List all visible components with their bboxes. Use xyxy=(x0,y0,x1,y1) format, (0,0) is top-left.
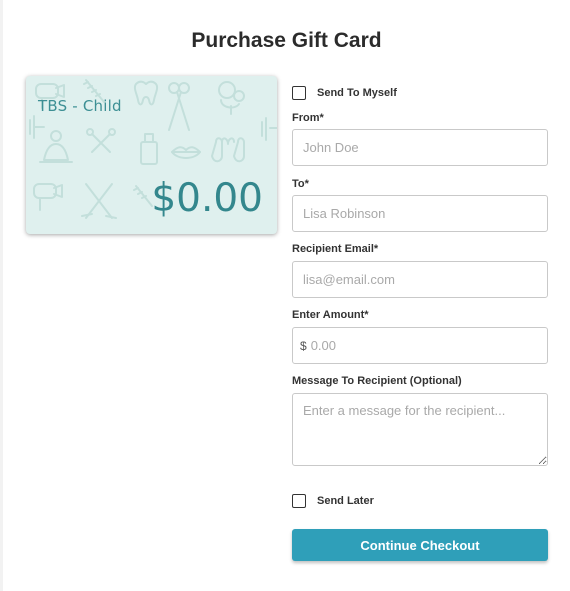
message-label: Message To Recipient (Optional) xyxy=(292,375,462,387)
from-input[interactable] xyxy=(292,129,548,166)
currency-sign: $ xyxy=(300,338,307,353)
recipient-email-input[interactable] xyxy=(292,261,548,298)
send-later-checkbox[interactable] xyxy=(292,494,306,508)
bottle-icon xyxy=(140,133,158,165)
left-edge-rule xyxy=(0,0,3,591)
page-title: Purchase Gift Card xyxy=(191,29,382,52)
poodle-icon xyxy=(218,81,245,115)
to-input[interactable] xyxy=(292,195,548,232)
to-label: To* xyxy=(292,178,309,190)
message-textarea[interactable] xyxy=(292,393,548,466)
scissors-icon xyxy=(168,82,190,131)
buddha-icon xyxy=(39,130,73,163)
send-to-myself-row[interactable]: Send To Myself xyxy=(292,86,397,100)
send-to-myself-label[interactable]: Send To Myself xyxy=(317,87,397,99)
recipient-email-label: Recipient Email* xyxy=(292,243,379,255)
card-amount: $0.00 xyxy=(151,176,263,221)
amount-label: Enter Amount* xyxy=(292,309,369,321)
from-label: From* xyxy=(292,112,324,124)
dumbbell-icon xyxy=(261,117,277,141)
send-later-row[interactable]: Send Later xyxy=(292,494,374,508)
lips-icon xyxy=(171,146,201,159)
comb-icon-2 xyxy=(133,185,153,207)
amount-field[interactable]: $ xyxy=(292,327,548,364)
dumbbell-icon-2 xyxy=(29,115,45,139)
hair-dryer-icon-2 xyxy=(33,183,63,211)
card-name: TBS - Child xyxy=(38,97,122,115)
tooth-icon xyxy=(133,80,159,106)
broom-icon xyxy=(81,183,117,219)
gift-card-preview: TBS - Child $0.00 xyxy=(26,76,277,234)
send-to-myself-checkbox[interactable] xyxy=(292,86,306,100)
send-later-label[interactable]: Send Later xyxy=(317,495,374,507)
amount-input[interactable] xyxy=(306,329,537,362)
tools-icon xyxy=(86,128,116,153)
hands-icon xyxy=(211,137,245,163)
continue-checkout-button[interactable]: Continue Checkout xyxy=(292,529,548,561)
